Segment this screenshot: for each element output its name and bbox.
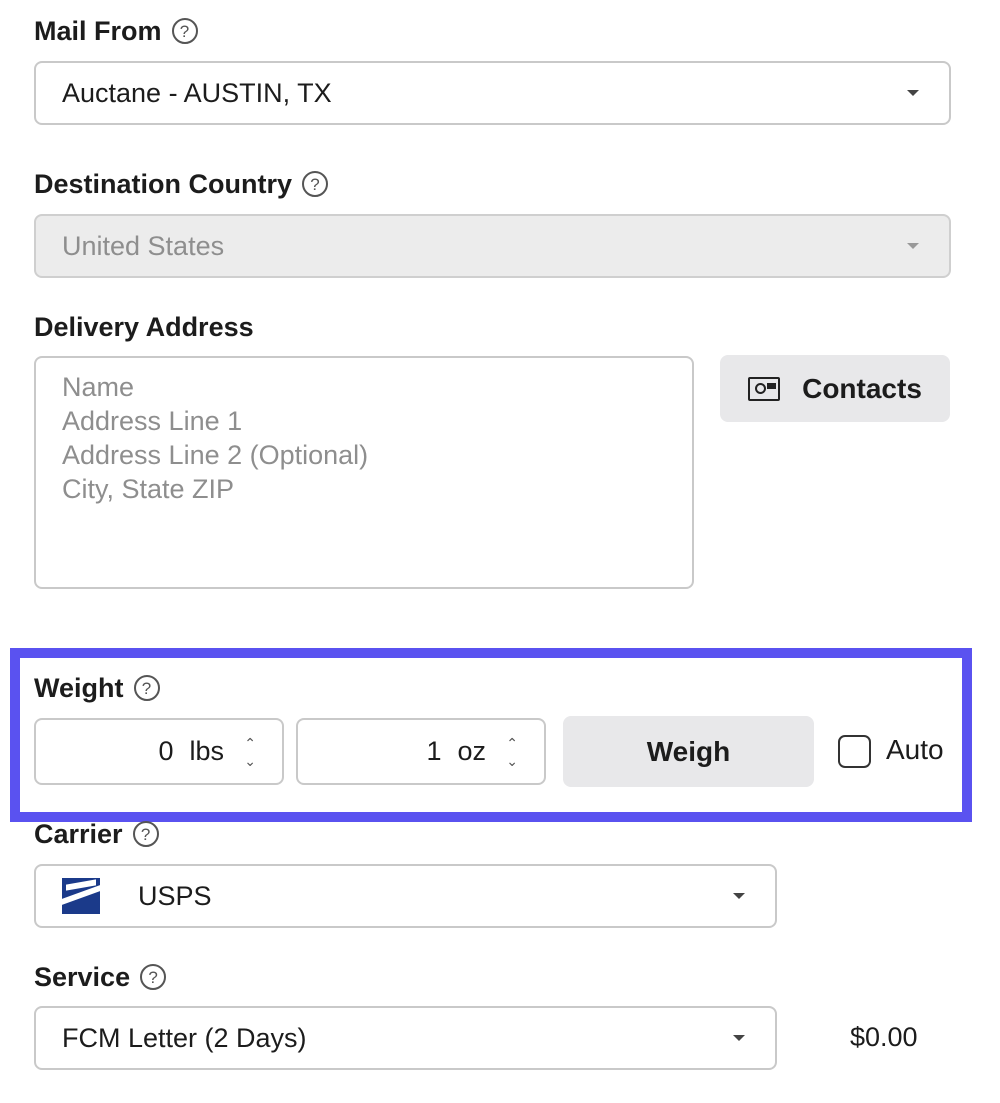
destination-country-help-icon[interactable]: ? [302,171,329,197]
chevron-down-icon [907,90,919,96]
address-placeholder-city: City, State ZIP [62,474,235,504]
service-price: $0.00 [850,1022,918,1052]
carrier-label: Carrier ? [34,817,159,851]
weight-lbs-input[interactable]: 0 lbs ⌃ ⌄ [34,718,284,785]
contact-card-icon [748,376,781,401]
service-value: FCM Letter (2 Days) [62,1022,307,1053]
destination-country-label-text: Destination Country [34,168,293,199]
service-label-text: Service [34,961,131,992]
mail-from-value: Auctane - AUSTIN, TX [62,77,332,108]
usps-eagle-icon [62,878,100,914]
oz-stepper[interactable]: ⌃ ⌄ [506,736,518,768]
destination-country-value: United States [62,230,225,261]
weight-oz-unit: oz [457,736,486,766]
contacts-button-label: Contacts [802,372,922,404]
destination-country-label: Destination Country ? [34,167,329,201]
auto-weigh-checkbox[interactable] [838,735,871,768]
mail-from-select[interactable]: Auctane - AUSTIN, TX [34,61,951,125]
carrier-select[interactable]: USPS [34,864,777,928]
mail-from-help-icon[interactable]: ? [171,18,198,44]
weigh-button[interactable]: Weigh [563,716,814,787]
auto-weigh-label[interactable]: Auto [886,734,944,766]
carrier-help-icon[interactable]: ? [132,821,159,847]
service-select[interactable]: FCM Letter (2 Days) [34,1006,777,1070]
weight-label: Weight ? [34,671,160,705]
weight-label-text: Weight [34,672,124,703]
delivery-address-label-text: Delivery Address [34,311,254,342]
lbs-stepper[interactable]: ⌃ ⌄ [244,736,256,768]
mail-from-label-text: Mail From [34,15,162,46]
destination-country-select: United States [34,214,951,278]
weight-help-icon[interactable]: ? [133,675,160,701]
address-placeholder-line1: Address Line 1 [62,406,243,436]
delivery-address-textarea[interactable]: Name Address Line 1 Address Line 2 (Opti… [34,356,694,589]
service-label: Service ? [34,960,167,994]
carrier-value: USPS [138,880,212,911]
chevron-up-icon[interactable]: ⌃ [244,736,256,750]
chevron-down-icon [733,893,745,899]
chevron-down-icon[interactable]: ⌄ [506,754,518,768]
chevron-up-icon[interactable]: ⌃ [506,736,518,750]
chevron-down-icon [907,243,919,249]
contacts-button[interactable]: Contacts [720,355,950,422]
address-placeholder-name: Name [62,372,135,402]
delivery-address-label: Delivery Address [34,310,254,344]
service-help-icon[interactable]: ? [140,964,167,990]
carrier-label-text: Carrier [34,818,123,849]
weight-oz-input[interactable]: 1 oz ⌃ ⌄ [296,718,546,785]
chevron-down-icon[interactable]: ⌄ [244,754,256,768]
chevron-down-icon [733,1035,745,1041]
weight-oz-value: 1 [426,736,442,766]
weight-lbs-unit: lbs [189,736,224,766]
weight-lbs-value: 0 [158,736,174,766]
mail-from-label: Mail From ? [34,14,198,48]
address-placeholder-line2: Address Line 2 (Optional) [62,440,369,470]
